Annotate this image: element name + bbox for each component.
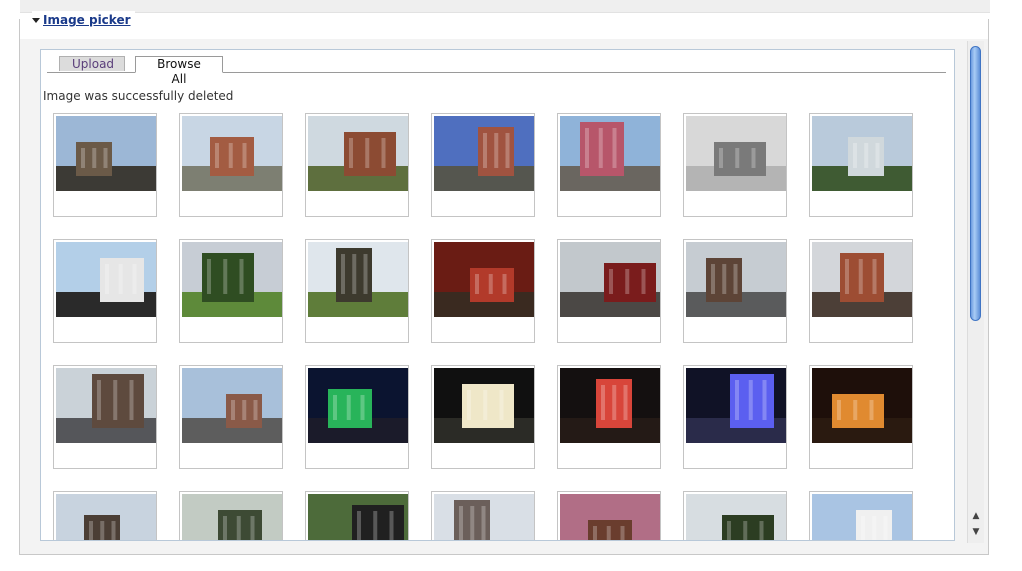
thumbnail-image-icon bbox=[308, 242, 408, 317]
thumbnail-cell[interactable] bbox=[179, 491, 283, 540]
thumbnail-image-icon bbox=[560, 242, 660, 317]
thumbnail-cell[interactable] bbox=[809, 113, 913, 217]
thumbnail-cell[interactable] bbox=[53, 239, 157, 343]
thumbnail-image-icon bbox=[308, 494, 408, 540]
panel-top-gap bbox=[20, 19, 988, 39]
thumbnail-image-icon bbox=[308, 368, 408, 443]
vertical-scrollbar[interactable]: ▲ ▼ bbox=[967, 41, 984, 543]
thumbnail-image-icon bbox=[182, 116, 282, 191]
thumbnail-image-icon bbox=[812, 494, 912, 540]
thumbnail-image-icon bbox=[812, 368, 912, 443]
thumbnail-image-icon bbox=[560, 368, 660, 443]
thumbnail-cell[interactable] bbox=[683, 239, 787, 343]
scrollbar-thumb[interactable] bbox=[970, 46, 981, 321]
thumbnail-image-icon bbox=[56, 494, 156, 540]
image-picker-panel: Image picker Upload Browse All Image was… bbox=[19, 11, 989, 555]
thumbnail-image-icon bbox=[182, 242, 282, 317]
tab-upload[interactable]: Upload bbox=[59, 56, 125, 71]
tab-browse-all[interactable]: Browse All bbox=[135, 56, 223, 86]
thumbnail-cell[interactable] bbox=[809, 491, 913, 540]
thumbnail-cell[interactable] bbox=[431, 239, 535, 343]
thumbnail-image-icon bbox=[686, 116, 786, 191]
thumbnail-cell[interactable] bbox=[179, 113, 283, 217]
thumbnail-cell[interactable] bbox=[809, 239, 913, 343]
thumbnail-image-icon bbox=[560, 116, 660, 191]
thumbnail-cell[interactable] bbox=[305, 491, 409, 540]
thumbnail-cell[interactable] bbox=[179, 239, 283, 343]
thumbnail-cell[interactable] bbox=[53, 365, 157, 469]
thumbnail-image-icon bbox=[686, 242, 786, 317]
tab-bar: Upload Browse All bbox=[47, 56, 946, 86]
thumbnail-cell[interactable] bbox=[809, 365, 913, 469]
thumbnail-image-icon bbox=[686, 368, 786, 443]
thumbnail-cell[interactable] bbox=[53, 491, 157, 540]
thumbnail-cell[interactable] bbox=[557, 239, 661, 343]
thumbnail-cell[interactable] bbox=[305, 365, 409, 469]
image-browser: Upload Browse All Image was successfully… bbox=[40, 49, 955, 541]
thumbnail-image-icon bbox=[182, 368, 282, 443]
thumbnail-image-icon bbox=[56, 116, 156, 191]
thumbnail-cell[interactable] bbox=[431, 365, 535, 469]
thumbnail-image-icon bbox=[56, 368, 156, 443]
thumbnail-cell[interactable] bbox=[557, 365, 661, 469]
thumbnail-image-icon bbox=[812, 242, 912, 317]
thumbnail-cell[interactable] bbox=[431, 491, 535, 540]
thumbnail-cell[interactable] bbox=[305, 239, 409, 343]
thumbnail-cell[interactable] bbox=[431, 113, 535, 217]
thumbnail-cell[interactable] bbox=[305, 113, 409, 217]
thumbnail-image-icon bbox=[434, 242, 534, 317]
thumbnail-image-icon bbox=[434, 368, 534, 443]
scroll-down-arrow-icon[interactable]: ▼ bbox=[970, 525, 982, 539]
thumbnail-cell[interactable] bbox=[683, 365, 787, 469]
status-message: Image was successfully deleted bbox=[43, 89, 234, 103]
thumbnail-image-icon bbox=[308, 116, 408, 191]
top-strip bbox=[20, 0, 990, 13]
thumbnail-image-icon bbox=[182, 494, 282, 540]
panel-header[interactable]: Image picker bbox=[32, 11, 135, 29]
thumbnail-image-icon bbox=[434, 116, 534, 191]
thumbnail-cell[interactable] bbox=[683, 491, 787, 540]
panel-title-link[interactable]: Image picker bbox=[43, 13, 131, 27]
thumbnail-image-icon bbox=[56, 242, 156, 317]
thumbnail-cell[interactable] bbox=[557, 113, 661, 217]
collapse-arrow-icon[interactable] bbox=[32, 17, 40, 23]
thumbnail-cell[interactable] bbox=[557, 491, 661, 540]
scroll-up-arrow-icon[interactable]: ▲ bbox=[970, 509, 982, 523]
thumbnail-image-icon bbox=[560, 494, 660, 540]
thumbnail-image-icon bbox=[434, 494, 534, 540]
thumbnail-image-icon bbox=[812, 116, 912, 191]
thumbnail-cell[interactable] bbox=[179, 365, 283, 469]
thumbnail-image-icon bbox=[686, 494, 786, 540]
thumbnail-cell[interactable] bbox=[53, 113, 157, 217]
thumbnail-cell[interactable] bbox=[683, 113, 787, 217]
